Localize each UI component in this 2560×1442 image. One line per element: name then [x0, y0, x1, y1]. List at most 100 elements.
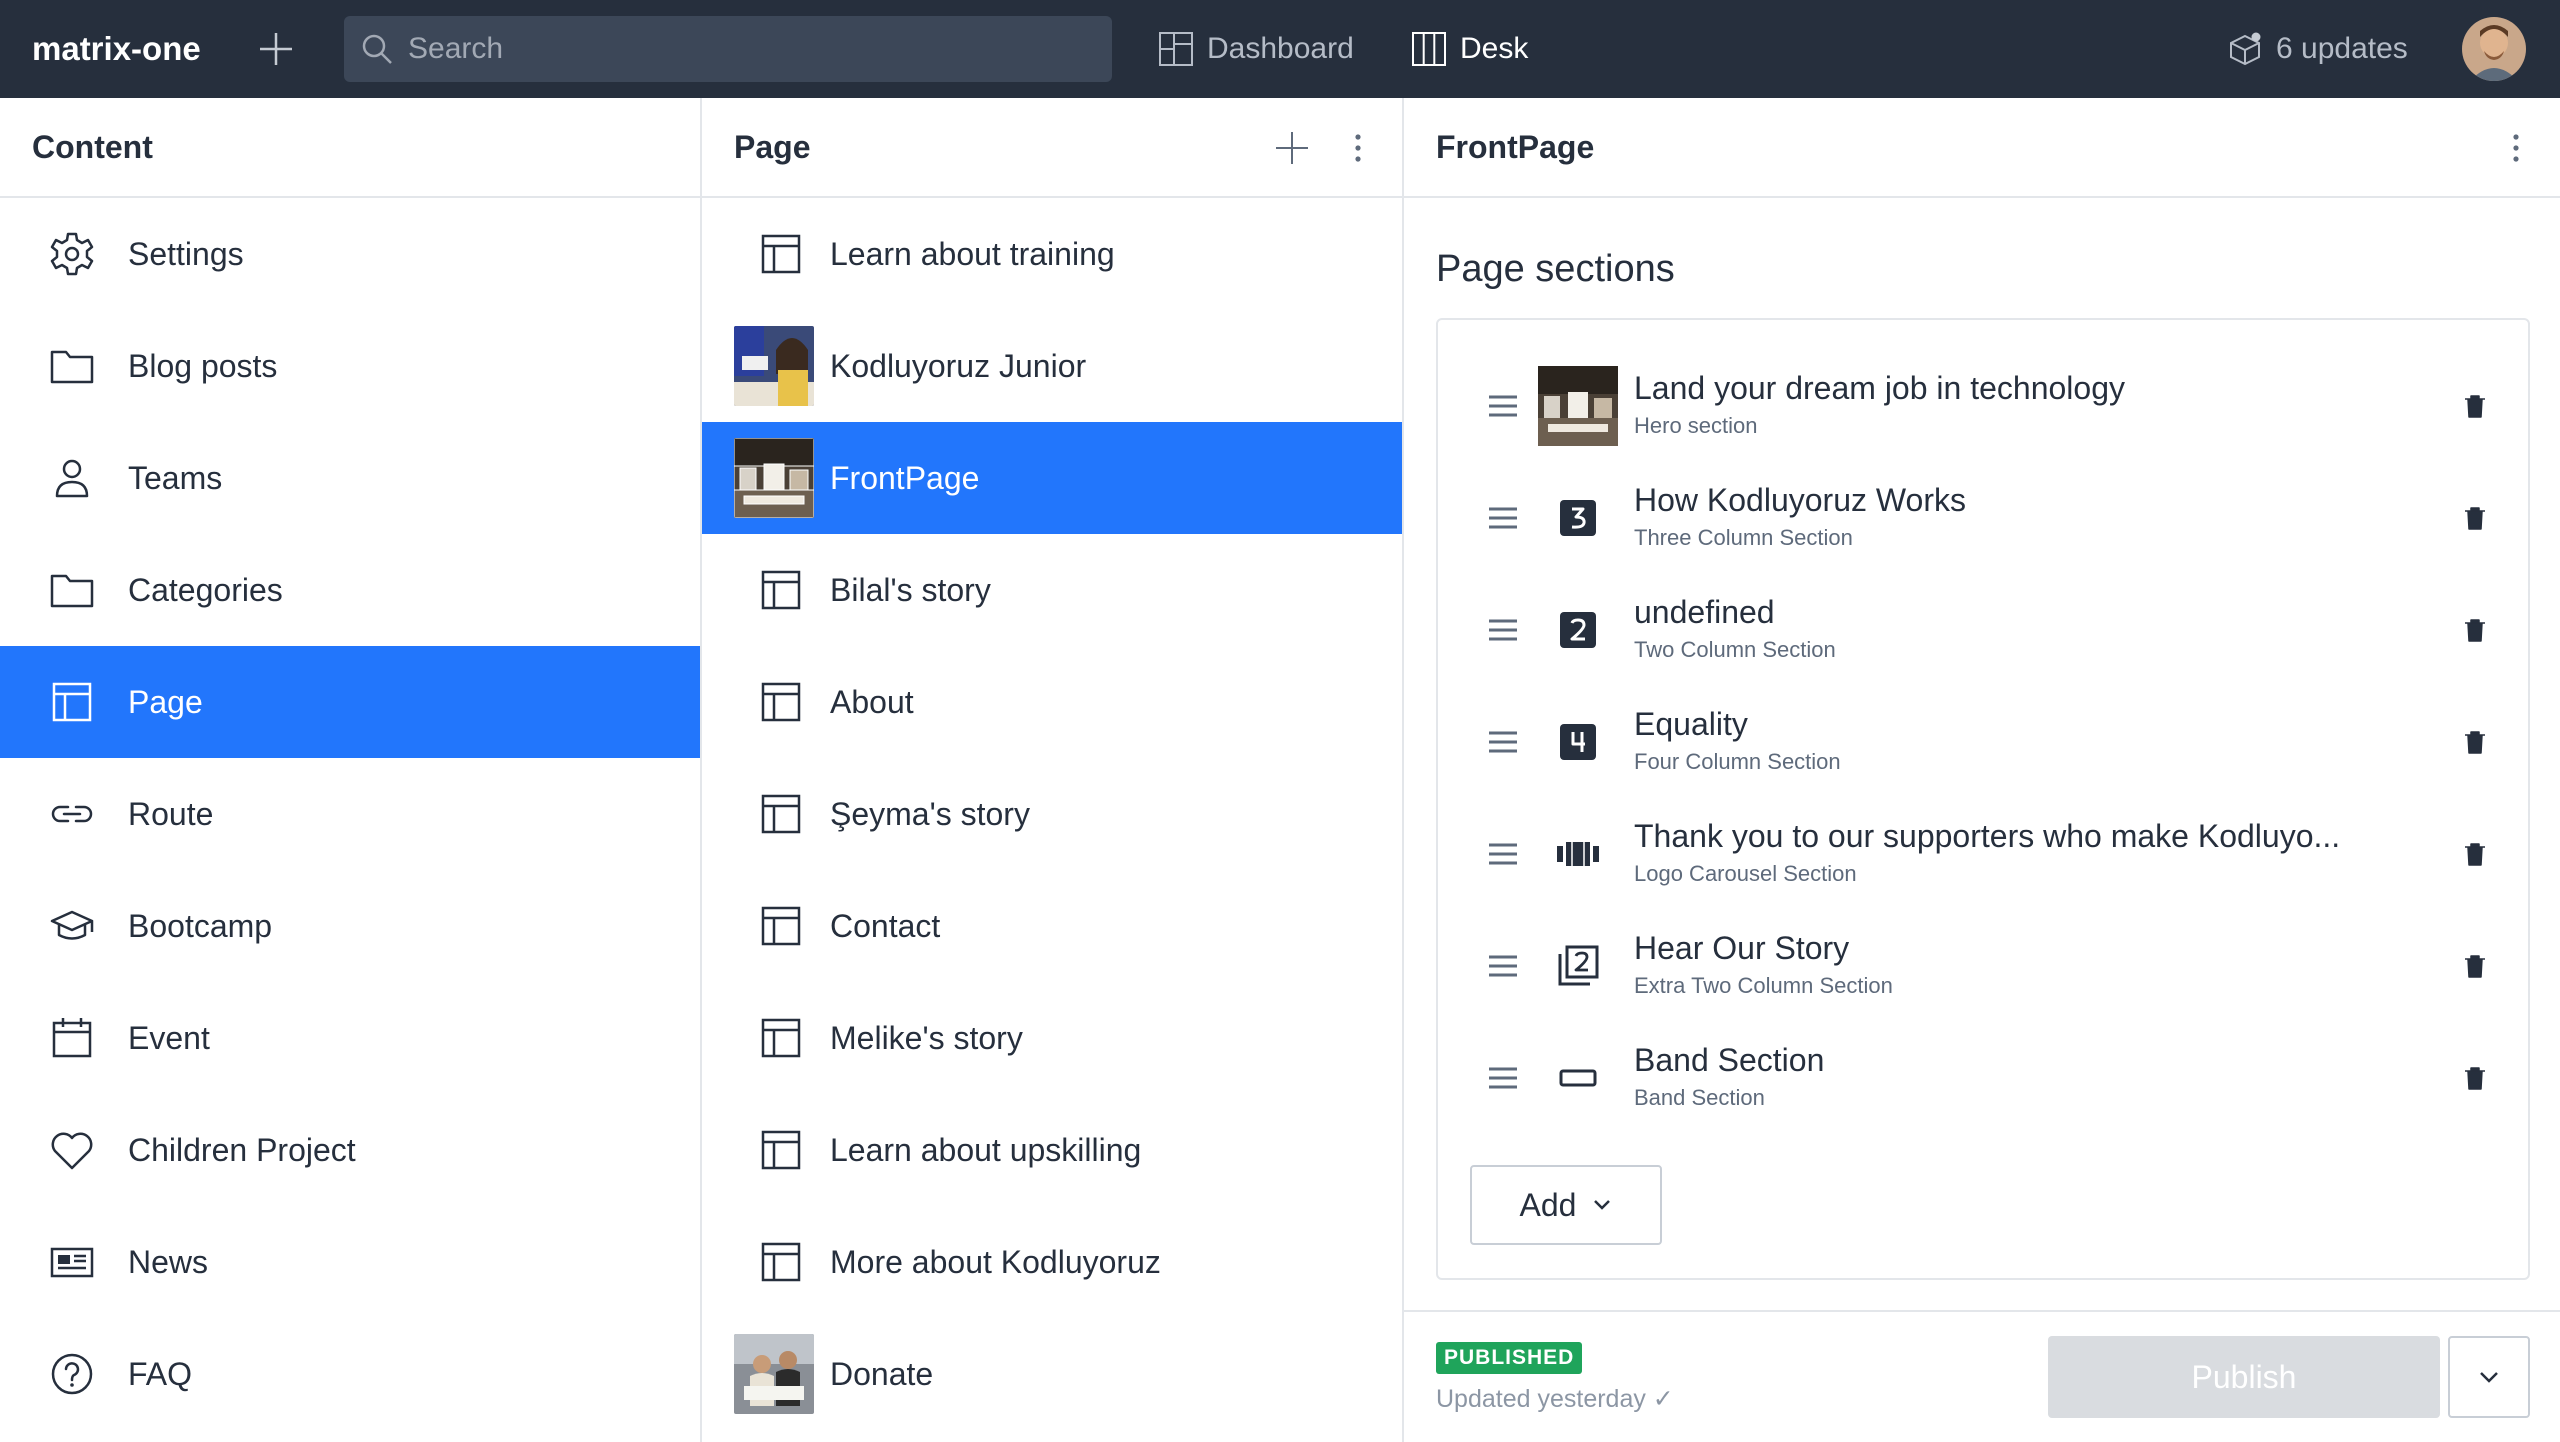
publish-menu-button[interactable]: [2448, 1336, 2530, 1418]
status-badge: PUBLISHED: [1436, 1342, 1583, 1374]
page-item[interactable]: Şeyma's story: [702, 758, 1402, 870]
content-item-bootcamp[interactable]: Bootcamp: [0, 870, 700, 982]
page-item[interactable]: About: [702, 646, 1402, 758]
section-type: Four Column Section: [1634, 749, 1841, 774]
page-item[interactable]: More about Kodluyoruz: [702, 1206, 1402, 1318]
section-row[interactable]: Equality Four Column Section: [1438, 686, 2528, 798]
page-item-label: Learn about upskilling: [830, 1131, 1142, 1168]
layout-icon: [761, 682, 801, 722]
drag-handle-icon[interactable]: [1488, 618, 1518, 642]
section-title: How Kodluyoruz Works: [1634, 482, 1966, 518]
page-item-label: Bilal's story: [830, 571, 991, 608]
folder-icon: [50, 574, 94, 608]
page-item[interactable]: Donate: [702, 1318, 1402, 1430]
content-item-label: Teams: [128, 459, 223, 496]
page-item[interactable]: Learn about upskilling: [702, 1094, 1402, 1206]
section-thumbnail-image: [1538, 366, 1618, 446]
page-item[interactable]: Learn about training: [702, 198, 1402, 310]
section-title: Hear Our Story: [1634, 930, 1850, 966]
content-item-route[interactable]: Route: [0, 758, 700, 870]
user-avatar[interactable]: [2462, 17, 2526, 81]
desk-tool-link[interactable]: Desk: [1410, 0, 1528, 98]
trash-icon[interactable]: [2462, 841, 2488, 867]
trash-icon[interactable]: [2462, 617, 2488, 643]
page-item[interactable]: Contact: [702, 870, 1402, 982]
content-item-event[interactable]: Event: [0, 982, 700, 1094]
page-item[interactable]: FrontPage: [702, 422, 1402, 534]
desk-label: Desk: [1460, 32, 1529, 65]
drag-handle-icon[interactable]: [1488, 1066, 1518, 1090]
document-menu-icon[interactable]: [2496, 128, 2536, 168]
heart-icon: [51, 1132, 93, 1170]
section-title: Band Section: [1634, 1042, 1825, 1078]
page-pane-header: Page: [702, 98, 1402, 198]
trash-icon[interactable]: [2462, 393, 2488, 419]
desk-columns-icon: [1412, 32, 1446, 66]
drag-handle-icon[interactable]: [1488, 506, 1518, 530]
document-pane-header: FrontPage: [1404, 98, 2560, 198]
brand-title[interactable]: matrix-one: [32, 0, 201, 98]
document-title: FrontPage: [1436, 128, 1595, 165]
search-icon: [362, 34, 392, 64]
content-pane-title: Content: [32, 128, 153, 165]
drag-handle-icon[interactable]: [1488, 842, 1518, 866]
drag-handle-icon[interactable]: [1488, 394, 1518, 418]
content-item-faq[interactable]: FAQ: [0, 1318, 700, 1430]
content-item-label: Event: [128, 1019, 210, 1056]
drag-handle-icon[interactable]: [1488, 954, 1518, 978]
trash-icon[interactable]: [2462, 729, 2488, 755]
page-item-label: Şeyma's story: [830, 795, 1030, 832]
content-item-page[interactable]: Page: [0, 646, 700, 758]
content-item-label: Settings: [128, 235, 244, 272]
search-input[interactable]: [408, 32, 1088, 66]
section-title: Equality: [1634, 706, 1748, 742]
trash-icon[interactable]: [2462, 953, 2488, 979]
section-row[interactable]: Thank you to our supporters who make Kod…: [1438, 798, 2528, 910]
search-box[interactable]: [344, 16, 1112, 82]
content-item-news[interactable]: News: [0, 1206, 700, 1318]
layout-icon: [761, 1242, 801, 1282]
section-row[interactable]: Band Section Band Section: [1438, 1022, 2528, 1134]
create-plus-icon[interactable]: [256, 29, 296, 69]
page-item-label: About: [830, 683, 914, 720]
page-list-pane: Page Learn about training Kodluyoruz Jun…: [702, 98, 1404, 1442]
publish-button[interactable]: Publish: [2048, 1336, 2440, 1418]
content-item-settings[interactable]: Settings: [0, 198, 700, 310]
section-type: Extra Two Column Section: [1634, 973, 1893, 998]
link-icon: [51, 805, 93, 823]
content-item-children-project[interactable]: Children Project: [0, 1094, 700, 1206]
page-item[interactable]: Bilal's story: [702, 534, 1402, 646]
page-item[interactable]: Melike's story: [702, 982, 1402, 1094]
create-page-plus-icon[interactable]: [1272, 128, 1312, 168]
page-item[interactable]: Kodluyoruz Junior: [702, 310, 1402, 422]
carousel-icon: [1538, 814, 1618, 894]
section-row[interactable]: How Kodluyoruz Works Three Column Sectio…: [1438, 462, 2528, 574]
page-pane-title: Page: [734, 128, 811, 165]
content-item-label: Page: [128, 683, 203, 720]
drag-handle-icon[interactable]: [1488, 730, 1518, 754]
content-item-label: Categories: [128, 571, 283, 608]
content-item-blog-posts[interactable]: Blog posts: [0, 310, 700, 422]
chevron-down-icon: [2480, 1372, 2498, 1383]
layout-icon: [761, 906, 801, 946]
page-pane-menu-icon[interactable]: [1338, 128, 1378, 168]
section-type: Band Section: [1634, 1085, 1765, 1110]
dashboard-icon: [1159, 32, 1193, 66]
section-row[interactable]: Hear Our Story Extra Two Column Section: [1438, 910, 2528, 1022]
top-navbar: matrix-one Dashboard Desk 6 updates: [0, 0, 2560, 98]
content-item-categories[interactable]: Categories: [0, 534, 700, 646]
page-document-list: Learn about training Kodluyoruz Junior F…: [702, 198, 1402, 1430]
graduation-cap-icon: [50, 910, 94, 940]
content-pane: Content Settings Blog posts Teams Catego…: [0, 98, 702, 1442]
trash-icon[interactable]: [2462, 1065, 2488, 1091]
content-item-teams[interactable]: Teams: [0, 422, 700, 534]
layout-icon: [761, 234, 801, 274]
section-row[interactable]: Land your dream job in technology Hero s…: [1438, 350, 2528, 462]
trash-icon[interactable]: [2462, 505, 2488, 531]
page-item-label: Learn about training: [830, 235, 1115, 272]
add-section-button[interactable]: Add: [1470, 1165, 1662, 1245]
updates-button[interactable]: 6 updates: [2226, 0, 2408, 98]
dashboard-tool-link[interactable]: Dashboard: [1157, 0, 1354, 98]
section-row[interactable]: undefined Two Column Section: [1438, 574, 2528, 686]
user-icon: [55, 459, 89, 498]
